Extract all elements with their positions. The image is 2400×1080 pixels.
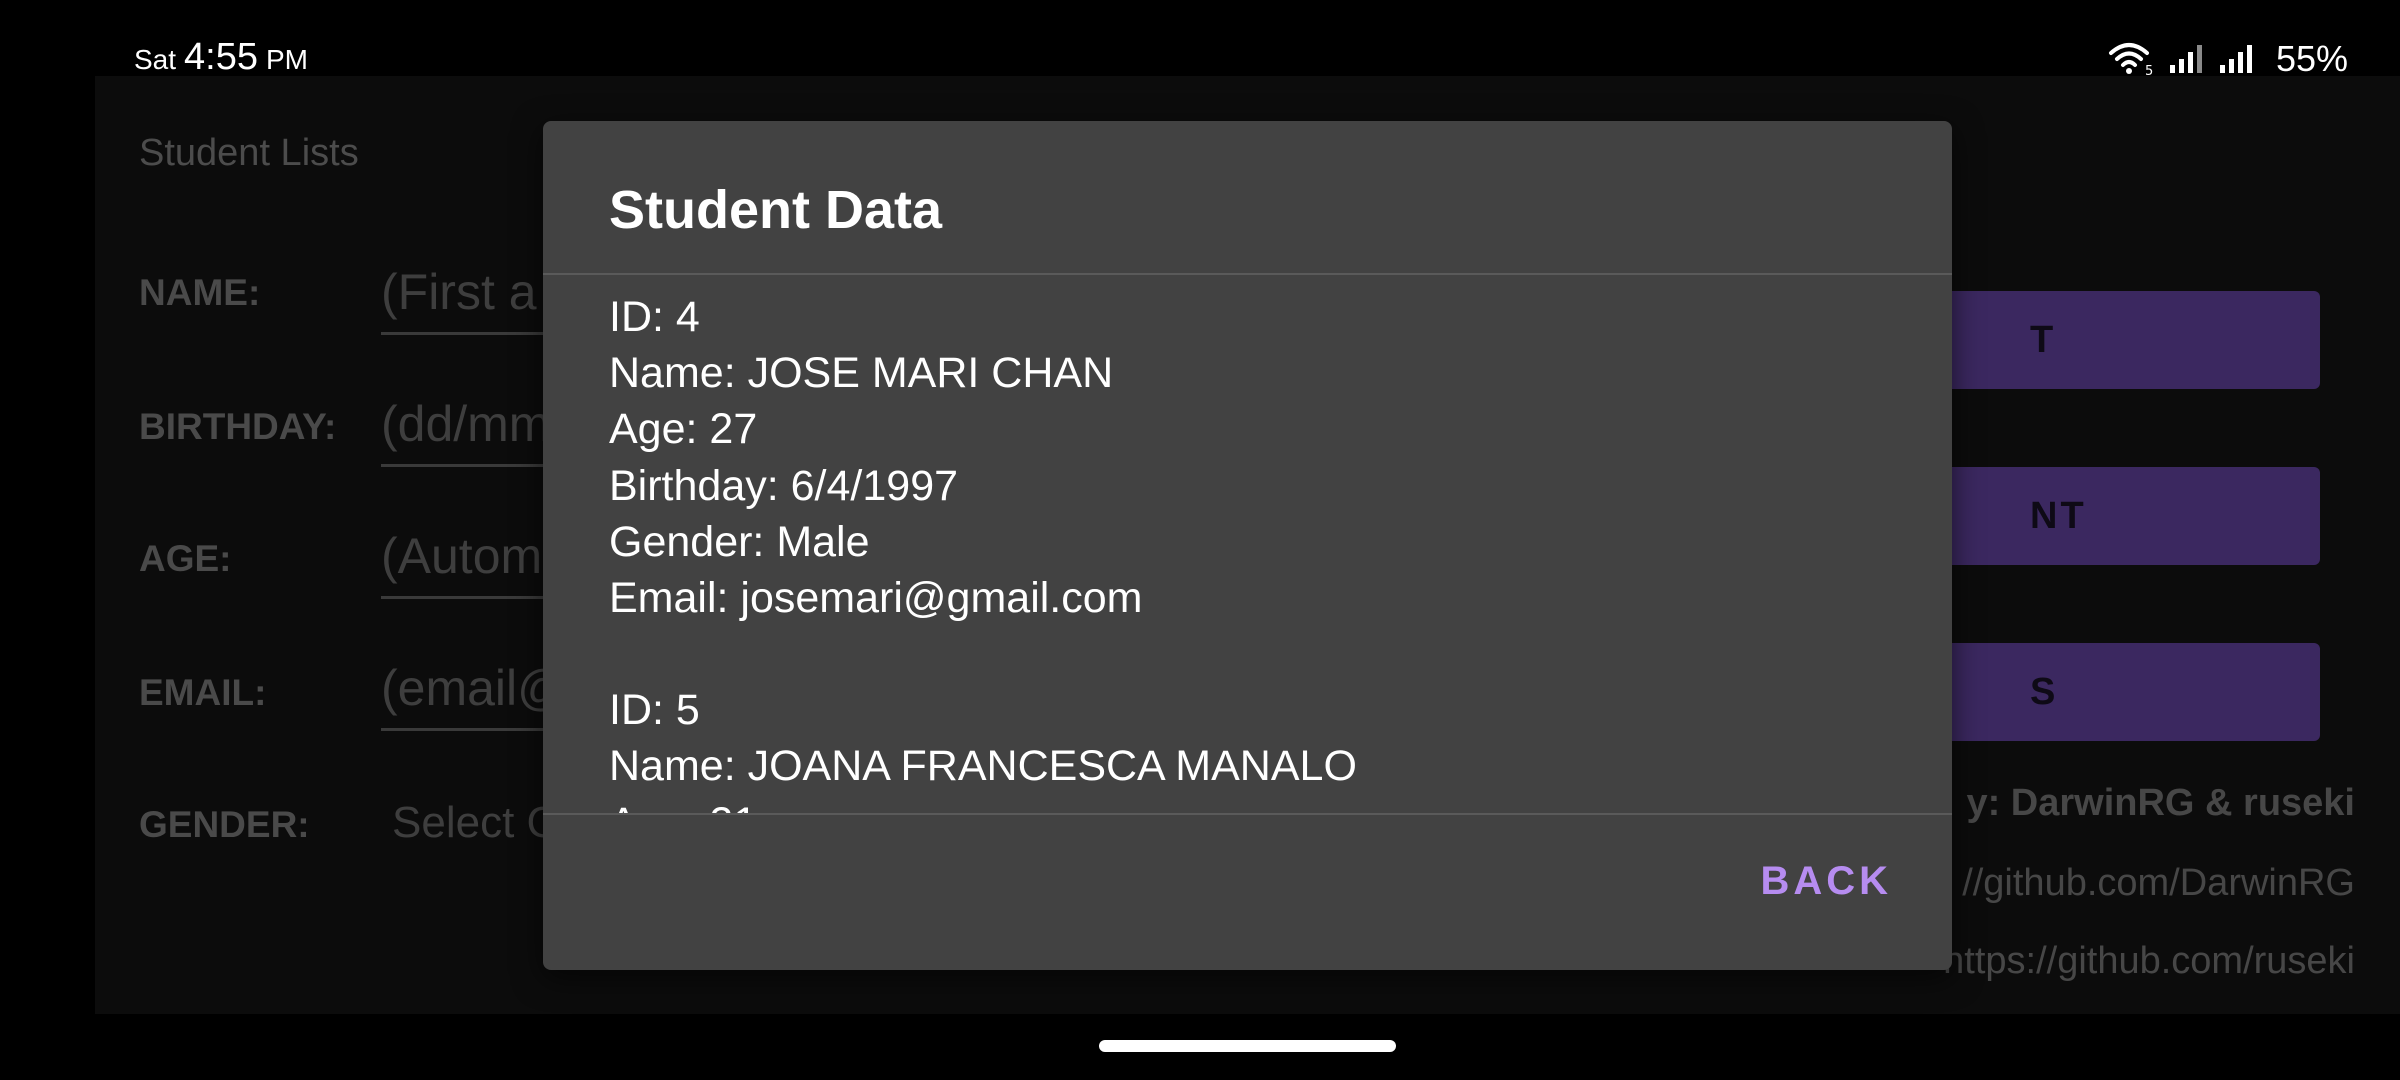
- record-age: Age: 21: [609, 795, 1909, 813]
- record-birthday: Birthday: 6/4/1997: [609, 461, 959, 510]
- gender-label: GENDER:: [139, 804, 310, 845]
- gesture-nav-handle[interactable]: [1099, 1040, 1396, 1052]
- record-email: Email: josemari@gmail.com: [609, 574, 1143, 623]
- status-time: 4:55: [184, 36, 258, 78]
- dialog-title: Student Data: [609, 180, 943, 240]
- first-action-button[interactable]: T: [1892, 291, 2320, 389]
- status-day: Sat: [134, 44, 177, 75]
- status-bar-indicators: 5 55%: [2108, 38, 2348, 80]
- third-action-button[interactable]: S: [1892, 643, 2320, 741]
- status-ampm: PM: [266, 44, 308, 75]
- second-action-button[interactable]: NT: [1892, 467, 2320, 565]
- credits-link-darwinrg[interactable]: //github.com/DarwinRG: [1962, 862, 2355, 905]
- record-gender: Gender: Male: [609, 517, 870, 566]
- age-label: AGE:: [139, 538, 232, 579]
- signal-icon: [2218, 43, 2254, 75]
- student-data-dialog: Student Data ID: 4 Name: JOSE MARI CHAN …: [543, 121, 1952, 970]
- credits-authors: y: DarwinRG & ruseki: [1966, 782, 2355, 824]
- dialog-scroll-area[interactable]: ID: 4 Name: JOSE MARI CHAN Age: 27 Birth…: [543, 275, 1952, 813]
- credits-link-ruseki[interactable]: https://github.com/ruseki: [1943, 940, 2355, 983]
- record-id: ID: 4: [609, 293, 700, 341]
- record-name: Name: JOANA FRANCESCA MANALO: [609, 742, 1357, 791]
- records-viewport: ID: 4 Name: JOSE MARI CHAN Age: 27 Birth…: [609, 275, 1909, 813]
- battery-level: 55%: [2275, 38, 2348, 79]
- record-id: ID: 5: [609, 686, 700, 735]
- record-age: Age: 27: [609, 405, 758, 454]
- student-record-5: ID: 5 Name: JOANA FRANCESCA MANALO Age: …: [609, 682, 1909, 813]
- record-name: Name: JOSE MARI CHAN: [609, 349, 1114, 398]
- app-title: Student Lists: [139, 132, 359, 174]
- wifi-icon: 5: [2108, 41, 2154, 77]
- signal-icon: [2168, 43, 2204, 75]
- birthday-label: BIRTHDAY:: [139, 406, 337, 447]
- back-button[interactable]: BACK: [1760, 859, 1892, 904]
- email-label: EMAIL:: [139, 672, 267, 713]
- screen: Sat 4:55 PM 5 55% Student Lists NAME: (F…: [0, 0, 2400, 1080]
- dialog-bottom-divider: [543, 813, 1952, 815]
- student-record-4: ID: 4 Name: JOSE MARI CHAN Age: 27 Birth…: [609, 289, 1909, 626]
- name-label: NAME:: [139, 272, 261, 313]
- status-bar-clock: Sat 4:55 PM: [134, 36, 308, 79]
- student-records-list: ID: 4 Name: JOSE MARI CHAN Age: 27 Birth…: [609, 275, 1909, 813]
- gender-select[interactable]: Select G: [392, 798, 561, 848]
